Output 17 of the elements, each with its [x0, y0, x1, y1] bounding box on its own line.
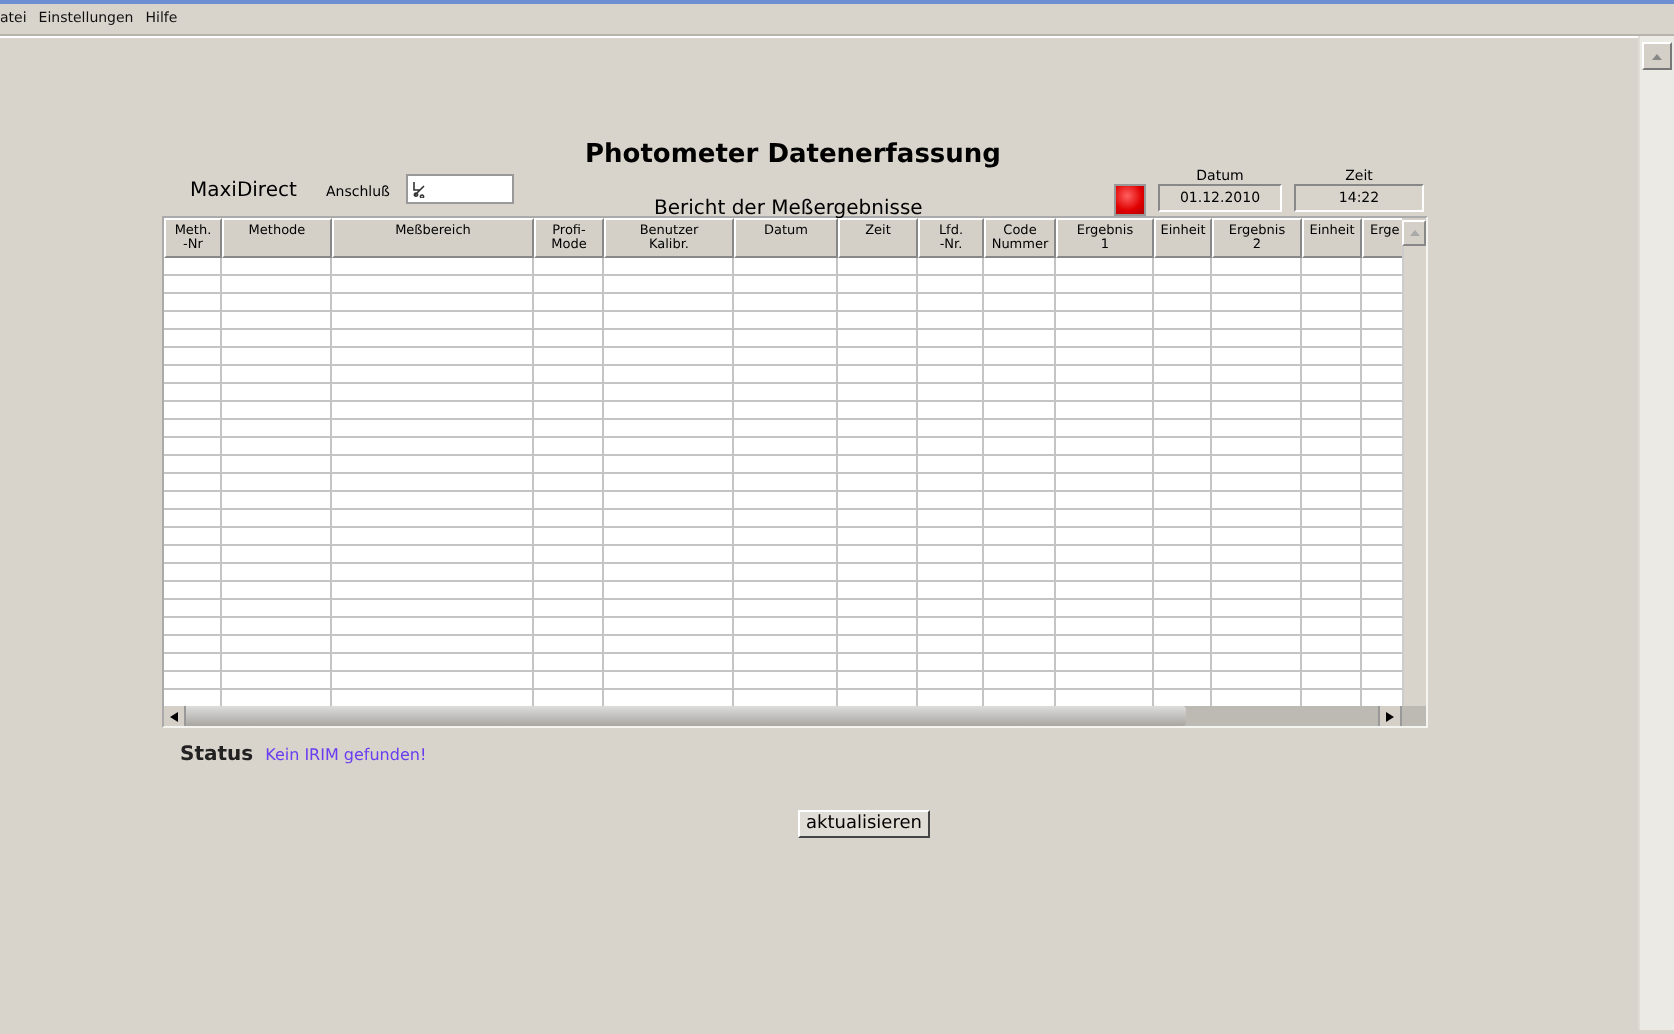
report-title: Bericht der Meßergebnisse: [654, 198, 925, 220]
status-label: Status: [180, 744, 254, 766]
refresh-button[interactable]: aktualisieren: [798, 810, 930, 838]
port-icon: [412, 180, 426, 198]
status-message: Kein IRIM gefunden!: [265, 746, 427, 764]
right-arrow-icon: [1386, 711, 1394, 721]
scroll-thumb[interactable]: [186, 706, 1186, 726]
left-arrow-icon: [170, 711, 178, 721]
port-field[interactable]: [406, 174, 514, 204]
device-name: MaxiDirect: [190, 180, 299, 202]
page-title: Photometer Datenerfassung: [583, 140, 1003, 172]
scroll-left-button[interactable]: [164, 706, 186, 726]
scroll-right-button[interactable]: [1378, 706, 1402, 726]
up-arrow-icon: [1652, 53, 1662, 59]
scroll-up-button[interactable]: [1402, 220, 1426, 246]
up-arrow-icon: [1409, 230, 1419, 236]
scroll-up-button[interactable]: [1642, 42, 1672, 70]
